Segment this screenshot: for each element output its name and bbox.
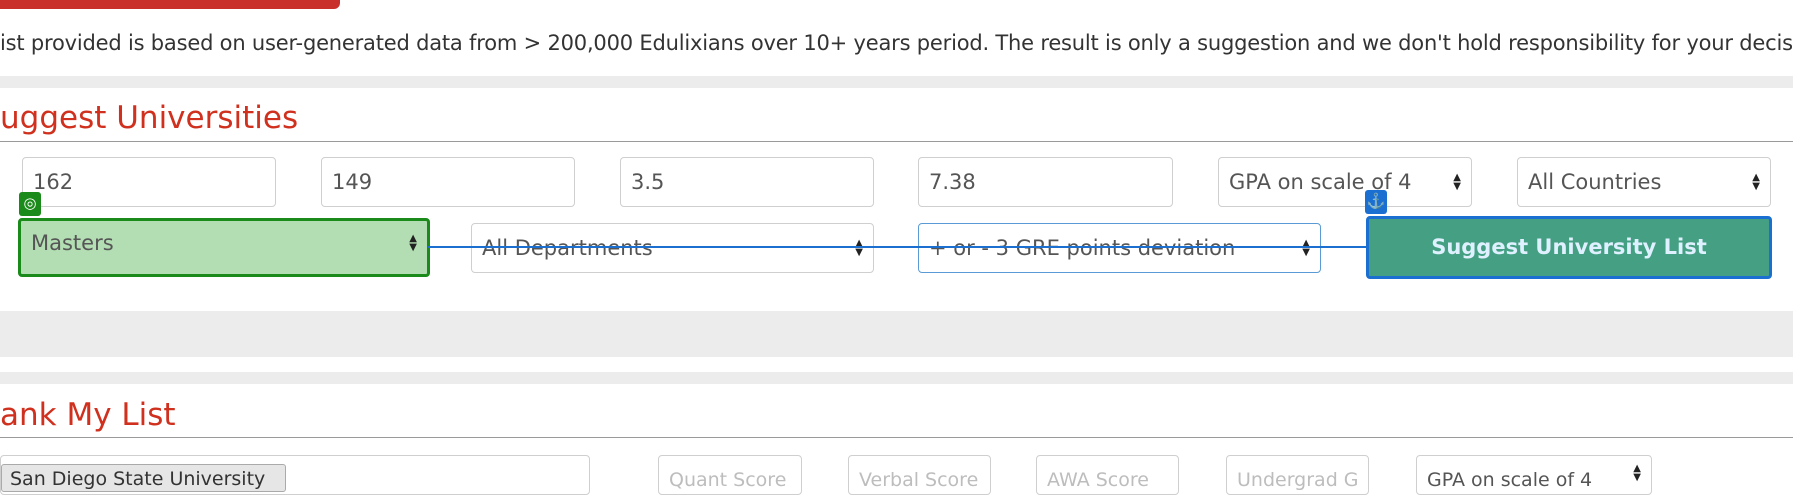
rank-gpa-scale-value: GPA on scale of 4 [1427,469,1593,491]
country-value: All Countries [1528,170,1662,194]
rank-undergrad-input[interactable]: Undergrad G [1226,455,1369,495]
deviation-value: + or - 3 GRE points deviation [929,236,1236,260]
suggest-universities-title: uggest Universities [0,100,299,136]
rank-verbal-input[interactable]: Verbal Score [848,455,991,495]
rank-my-list-title: ank My List [0,397,176,433]
select-arrows-icon: ▲ ▼ [1302,238,1310,258]
select-arrows-icon: ▲ ▼ [855,238,863,258]
top-alert-bar [0,0,340,9]
deviation-select[interactable]: + or - 3 GRE points deviation ▲ ▼ [918,223,1321,273]
rank-quant-input[interactable]: Quant Score [658,455,802,495]
select-arrows-icon: ▲ ▼ [1453,172,1461,192]
department-select[interactable]: All Departments ▲ ▼ [471,223,874,273]
department-value: All Departments [482,236,653,260]
awa-score-input[interactable]: 3.5 [620,157,874,207]
verbal-score-input[interactable]: 149 [321,157,575,207]
section-divider [0,372,1793,384]
section-rule [0,437,1793,438]
target-icon: ◎ [19,192,41,216]
section-divider [0,76,1793,88]
section-rule [0,141,1793,142]
degree-value: Masters [31,231,114,255]
select-arrows-icon: ▲ ▼ [1633,463,1641,483]
select-arrows-icon: ▲ ▼ [409,233,417,253]
degree-select[interactable]: Masters ▲ ▼ [18,218,430,277]
section-divider [0,311,1793,357]
gpa-scale-select[interactable]: GPA on scale of 4 ▲ ▼ [1218,157,1472,207]
select-arrows-icon: ▲ ▼ [1752,172,1760,192]
university-chip[interactable]: San Diego State University [1,464,286,492]
rank-gpa-scale-select[interactable]: GPA on scale of 4 ▲ ▼ [1416,455,1652,495]
undergrad-gpa-input[interactable]: 7.38 [918,157,1173,207]
suggest-university-list-button[interactable]: Suggest University List [1366,216,1772,279]
country-select[interactable]: All Countries ▲ ▼ [1517,157,1771,207]
disclaimer-text: ist provided is based on user-generated … [0,31,1793,55]
university-search-input[interactable]: San Diego State University [0,455,590,495]
rank-awa-input[interactable]: AWA Score [1036,455,1179,495]
anchor-icon: ⚓ [1365,190,1387,214]
annotation-connector [428,246,1368,248]
quant-score-input[interactable]: 162 [22,157,276,207]
